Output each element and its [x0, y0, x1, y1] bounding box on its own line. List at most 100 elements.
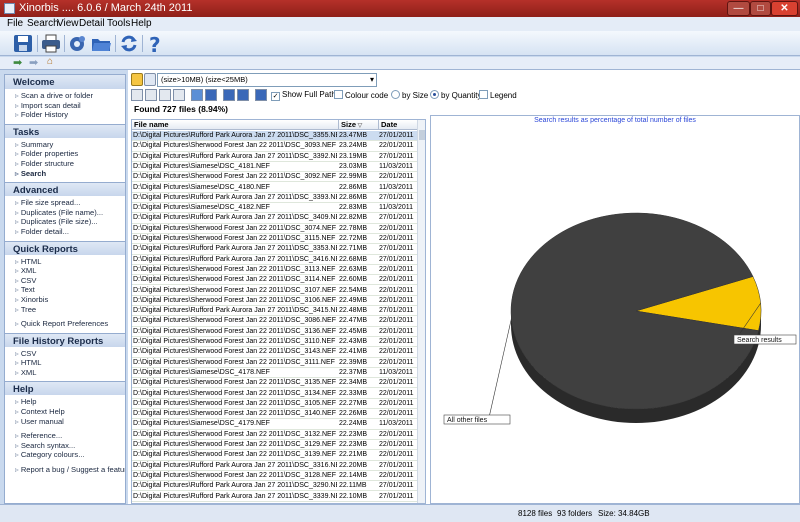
print-icon[interactable]: [40, 33, 62, 54]
by-quantity-radio[interactable]: by Quantity: [430, 90, 481, 100]
open-folder-icon[interactable]: [90, 33, 112, 54]
toolbar-icon-4[interactable]: [173, 89, 185, 101]
column-header-date[interactable]: Date: [379, 120, 419, 130]
toolbar-icon-8[interactable]: [237, 89, 249, 101]
table-row[interactable]: D:\Digital Pictures\Sherwood Forest Jan …: [132, 265, 418, 276]
link-scan-drive[interactable]: Scan a drive or folder: [15, 91, 125, 101]
maximize-button[interactable]: □: [750, 1, 771, 16]
table-row[interactable]: D:\Digital Pictures\Sherwood Forest Jan …: [132, 471, 418, 482]
table-row[interactable]: D:\Digital Pictures\Sherwood Forest Jan …: [132, 409, 418, 420]
table-row[interactable]: D:\Digital Pictures\Rufford Park Aurora …: [132, 213, 418, 224]
table-row[interactable]: D:\Digital Pictures\Rufford Park Aurora …: [132, 481, 418, 492]
link-report-html[interactable]: HTML: [15, 257, 125, 267]
toolbar-icon-1[interactable]: [131, 89, 143, 101]
table-row[interactable]: D:\Digital Pictures\Siamese\DSC_4181.NEF…: [132, 162, 418, 173]
legend-checkbox[interactable]: Legend: [479, 90, 517, 100]
link-file-size-spread[interactable]: File size spread...: [15, 198, 125, 208]
minimize-button[interactable]: —: [727, 1, 750, 16]
table-row[interactable]: D:\Digital Pictures\Rufford Park Aurora …: [132, 244, 418, 255]
link-folder-properties[interactable]: Folder properties: [15, 149, 125, 159]
help-question-icon[interactable]: ?: [144, 33, 166, 57]
table-row[interactable]: D:\Digital Pictures\Rufford Park Aurora …: [132, 492, 418, 502]
table-row[interactable]: D:\Digital Pictures\Rufford Park Aurora …: [132, 152, 418, 162]
section-help[interactable]: Help: [5, 381, 125, 396]
show-full-path-checkbox[interactable]: ✓ Show Full Path: [271, 90, 336, 101]
section-quick-reports[interactable]: Quick Reports: [5, 240, 125, 255]
table-row[interactable]: D:\Digital Pictures\Sherwood Forest Jan …: [132, 430, 418, 440]
menu-detail[interactable]: Detail: [79, 18, 105, 29]
table-row[interactable]: D:\Digital Pictures\Sherwood Forest Jan …: [132, 296, 418, 307]
table-row[interactable]: D:\Digital Pictures\Sherwood Forest Jan …: [132, 378, 418, 389]
link-category-colours[interactable]: Category colours...: [15, 450, 125, 460]
link-duplicates-size[interactable]: Duplicates (File size)...: [15, 217, 125, 227]
link-folder-detail[interactable]: Folder detail...: [15, 227, 125, 237]
refresh-icon[interactable]: [118, 33, 140, 54]
link-import-scan[interactable]: Import scan detail: [15, 101, 125, 111]
search-filter-dropdown[interactable]: (size>10MB) (size<25MB) ▾: [157, 73, 377, 87]
toolbar-icon-6[interactable]: [205, 89, 217, 101]
table-row[interactable]: D:\Digital Pictures\Sherwood Forest Jan …: [132, 358, 418, 368]
link-reference[interactable]: Reference...: [15, 431, 125, 441]
link-help[interactable]: Help: [15, 397, 125, 407]
column-header-size[interactable]: Size ▽: [339, 120, 379, 130]
menu-search[interactable]: Search: [27, 18, 59, 29]
table-row[interactable]: D:\Digital Pictures\Sherwood Forest Jan …: [132, 224, 418, 234]
table-row[interactable]: D:\Digital Pictures\Siamese\DSC_4179.NEF…: [132, 419, 418, 430]
table-row[interactable]: D:\Digital Pictures\Rufford Park Aurora …: [132, 131, 418, 142]
info-icon[interactable]: [223, 89, 235, 101]
link-report-text[interactable]: Text: [15, 285, 125, 295]
table-row[interactable]: D:\Digital Pictures\Sherwood Forest Jan …: [132, 234, 418, 245]
table-row[interactable]: D:\Digital Pictures\Sherwood Forest Jan …: [132, 347, 418, 358]
link-history-html[interactable]: HTML: [15, 358, 125, 368]
menu-file[interactable]: File: [7, 18, 23, 29]
toolbar-icon-3[interactable]: [159, 89, 171, 101]
link-history-xml[interactable]: XML: [15, 368, 125, 378]
table-row[interactable]: D:\Digital Pictures\Sherwood Forest Jan …: [132, 316, 418, 327]
colour-code-checkbox[interactable]: Colour code: [334, 90, 388, 100]
table-row[interactable]: D:\Digital Pictures\Sherwood Forest Jan …: [132, 327, 418, 337]
section-file-history-reports[interactable]: File History Reports: [5, 332, 125, 347]
link-search[interactable]: Search: [15, 169, 125, 179]
table-row[interactable]: D:\Digital Pictures\Siamese\DSC_4182.NEF…: [132, 203, 418, 214]
link-duplicates-name[interactable]: Duplicates (File name)...: [15, 208, 125, 218]
link-summary[interactable]: Summary: [15, 140, 125, 150]
table-row[interactable]: D:\Digital Pictures\Siamese\DSC_4180.NEF…: [132, 183, 418, 193]
save-icon[interactable]: [12, 33, 34, 54]
table-row[interactable]: D:\Digital Pictures\Sherwood Forest Jan …: [132, 337, 418, 348]
menu-view[interactable]: View: [57, 18, 79, 29]
table-row[interactable]: D:\Digital Pictures\Rufford Park Aurora …: [132, 461, 418, 471]
table-row[interactable]: D:\Digital Pictures\Rufford Park Aurora …: [132, 306, 418, 317]
menu-tools[interactable]: Tools: [107, 18, 130, 29]
link-report-xinorbis[interactable]: Xinorbis: [15, 295, 125, 305]
link-folder-history[interactable]: Folder History: [15, 110, 125, 120]
table-row[interactable]: D:\Digital Pictures\Sherwood Forest Jan …: [132, 172, 418, 183]
toolbar-icon-5[interactable]: [191, 89, 203, 101]
link-quick-report-preferences[interactable]: Quick Report Preferences: [15, 319, 125, 329]
by-size-radio[interactable]: by Size: [391, 90, 428, 100]
toolbar-icon-2[interactable]: [145, 89, 157, 101]
table-row[interactable]: D:\Digital Pictures\Sherwood Forest Jan …: [132, 440, 418, 451]
toolbar-icon-9[interactable]: [255, 89, 267, 101]
table-row[interactable]: D:\Digital Pictures\Sherwood Forest Jan …: [132, 141, 418, 152]
back-arrow-icon[interactable]: ➡: [13, 56, 22, 69]
table-row[interactable]: D:\Digital Pictures\Rufford Park Aurora …: [132, 255, 418, 265]
link-report-bug[interactable]: Report a bug / Suggest a feature: [15, 465, 125, 475]
table-row[interactable]: D:\Digital Pictures\Sherwood Forest Jan …: [132, 450, 418, 461]
link-report-tree[interactable]: Tree: [15, 305, 125, 315]
vertical-scrollbar[interactable]: [417, 120, 425, 503]
close-button[interactable]: ✕: [771, 1, 798, 16]
table-row[interactable]: D:\Digital Pictures\Sherwood Forest Jan …: [132, 389, 418, 399]
column-header-file-name[interactable]: File name: [132, 120, 339, 130]
forward-arrow-icon[interactable]: ➡: [29, 56, 38, 69]
link-history-csv[interactable]: CSV: [15, 349, 125, 359]
link-search-syntax[interactable]: Search syntax...: [15, 441, 125, 451]
table-row[interactable]: D:\Digital Pictures\Sherwood Forest Jan …: [132, 399, 418, 410]
link-user-manual[interactable]: User manual: [15, 417, 125, 427]
section-tasks[interactable]: Tasks: [5, 123, 125, 138]
link-report-csv[interactable]: CSV: [15, 276, 125, 286]
section-welcome[interactable]: Welcome: [5, 75, 125, 89]
link-report-xml[interactable]: XML: [15, 266, 125, 276]
menu-help[interactable]: Help: [131, 18, 152, 29]
home-icon[interactable]: ⌂: [47, 56, 53, 67]
star-icon[interactable]: [131, 73, 143, 86]
